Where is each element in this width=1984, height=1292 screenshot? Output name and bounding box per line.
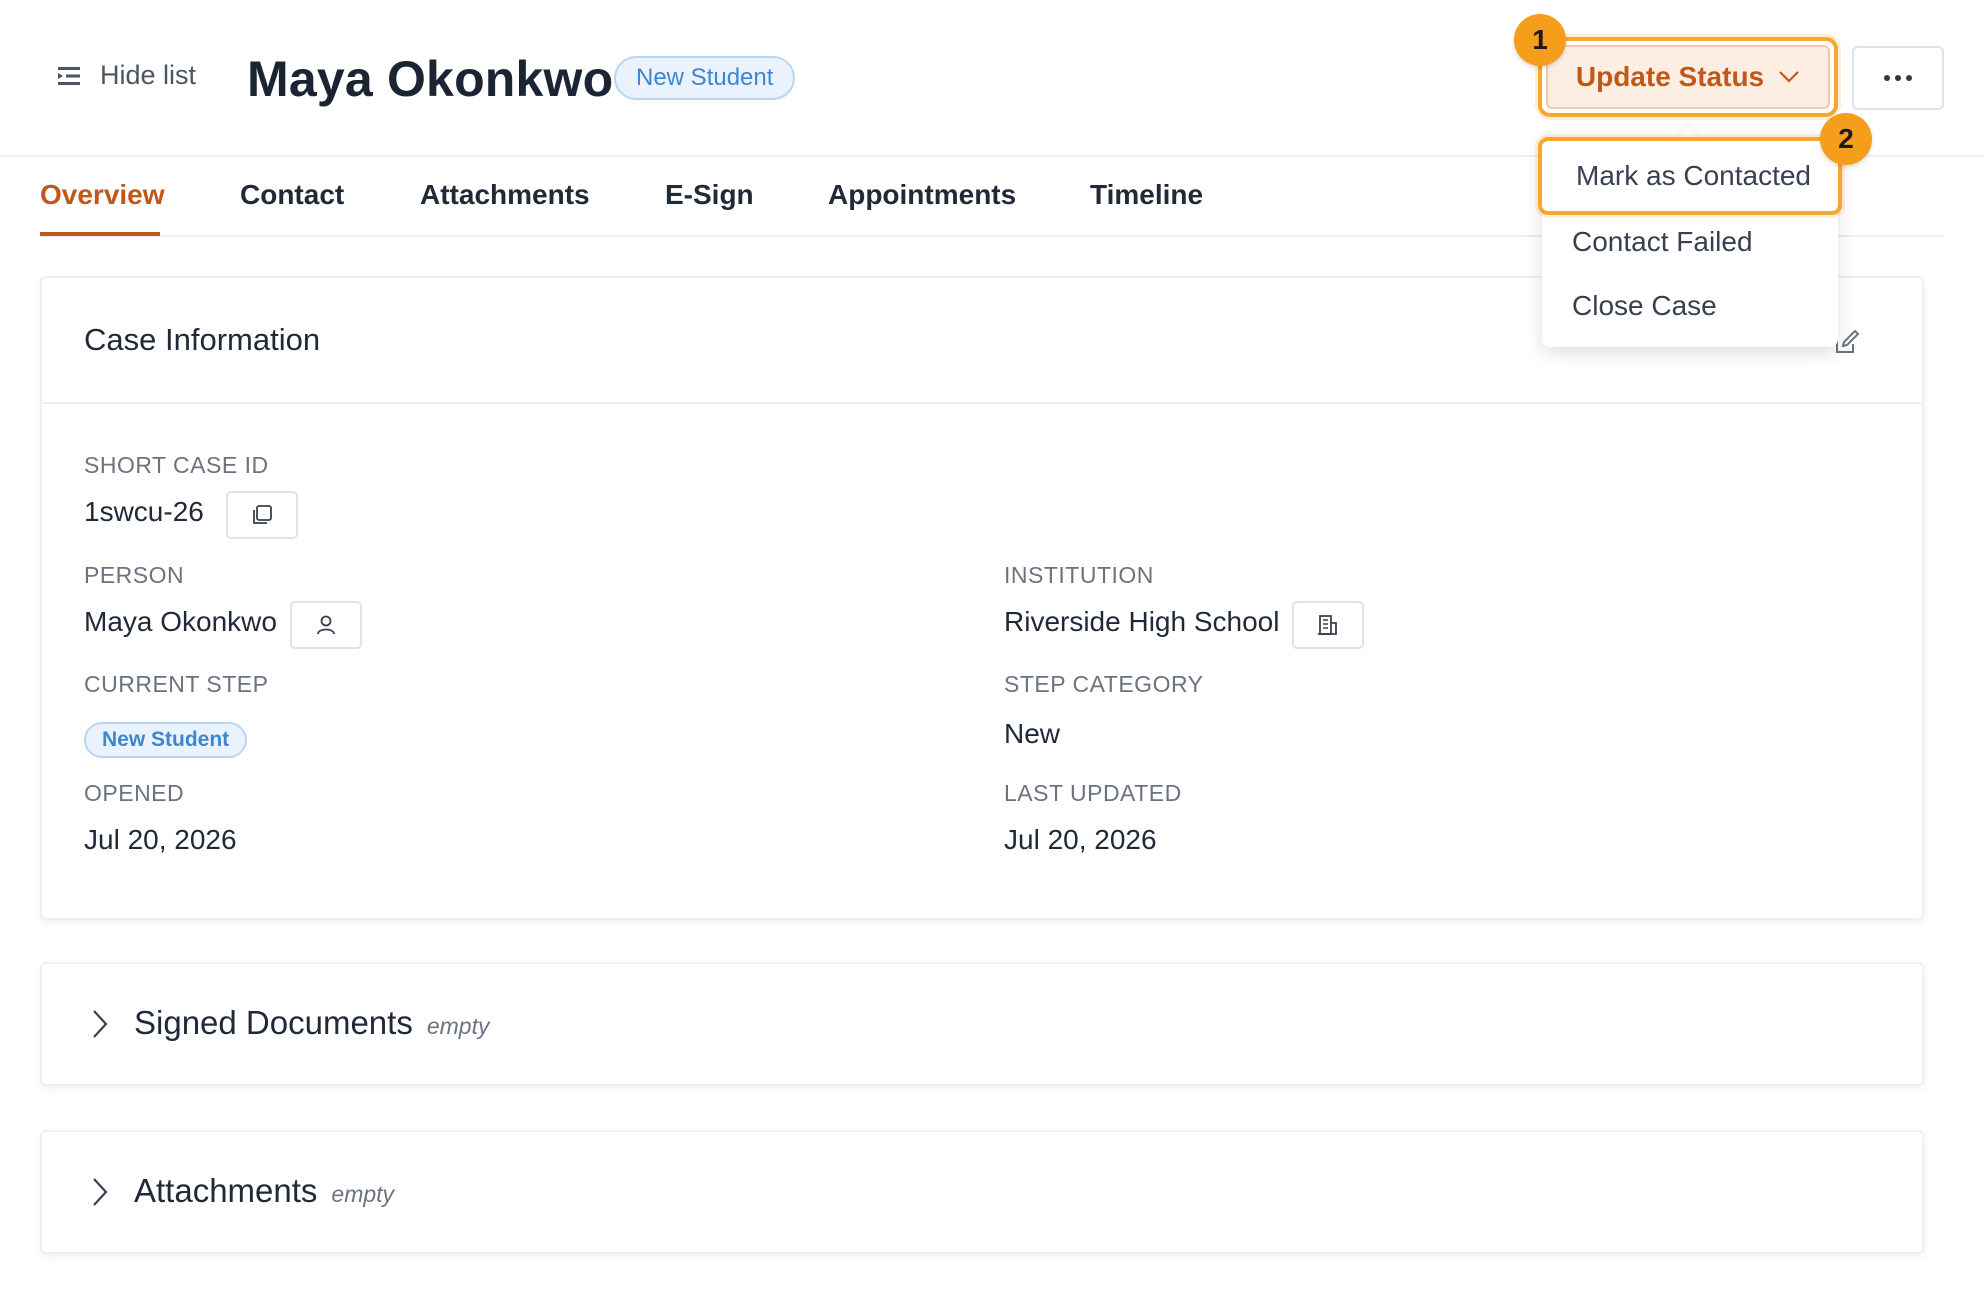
hide-list-label: Hide list: [100, 60, 197, 90]
hide-list-button[interactable]: Hide list: [56, 60, 196, 91]
copy-button[interactable]: [226, 491, 298, 539]
list-collapse-icon: [58, 66, 80, 85]
step-marker-2: 2: [1820, 113, 1872, 165]
chevron-down-icon: [1779, 71, 1799, 83]
menu-item-contact-failed[interactable]: Contact Failed: [1542, 213, 1838, 271]
view-person-button[interactable]: [290, 601, 362, 649]
section-title: Signed Documents empty: [134, 1004, 489, 1042]
person-icon: [317, 615, 335, 635]
menu-item-close-case[interactable]: Close Case: [1542, 277, 1838, 335]
section-title: Attachments empty: [134, 1172, 394, 1210]
opened-label: OPENED: [84, 780, 185, 806]
more-options-button[interactable]: [1852, 46, 1944, 110]
more-dots-icon-dot: [1906, 75, 1912, 81]
institution-label: INSTITUTION: [1004, 562, 1154, 588]
step-category-label: STEP CATEGORY: [1004, 671, 1204, 697]
signed-documents-section[interactable]: Signed Documents empty: [40, 962, 1924, 1086]
chevron-right-icon[interactable]: [90, 1176, 110, 1208]
chevron-right-icon[interactable]: [90, 1008, 110, 1040]
card-title: Case Information: [84, 322, 321, 357]
step-marker-1: 1: [1514, 14, 1566, 66]
update-status-button[interactable]: Update Status: [1546, 45, 1830, 109]
tab-overview[interactable]: Overview: [40, 179, 165, 211]
tab-contact[interactable]: Contact: [240, 179, 344, 211]
update-status-highlight: Update Status: [1538, 37, 1838, 117]
opened-value: Jul 20, 2026: [84, 824, 237, 855]
case-information-card: Case Information SHORT CASE ID 1swcu-26 …: [40, 276, 1924, 920]
status-badge: New Student: [614, 56, 796, 100]
last-updated-label: LAST UPDATED: [1004, 780, 1182, 806]
update-status-menu: Contact Failed Close Case Mark as Contac…: [1538, 125, 1842, 347]
view-institution-button[interactable]: [1292, 601, 1364, 649]
menu-item-mark-as-contacted[interactable]: Mark as Contacted: [1538, 137, 1842, 215]
tab-e-sign[interactable]: E-Sign: [665, 179, 754, 211]
person-label: PERSON: [84, 562, 185, 588]
building-icon: [1318, 615, 1337, 635]
section-title-text: Attachments: [134, 1172, 318, 1209]
update-status-label: Update Status: [1575, 61, 1765, 92]
tab-attachments[interactable]: Attachments: [420, 179, 590, 211]
short-case-id-value: 1swcu-26: [84, 496, 204, 527]
more-dots-icon: [1884, 75, 1890, 81]
last-updated-value: Jul 20, 2026: [1004, 824, 1157, 855]
current-step-label: CURRENT STEP: [84, 671, 269, 697]
step-category-value: New: [1004, 718, 1061, 749]
more-dots-icon-dot: [1895, 75, 1901, 81]
active-tab-indicator: [40, 232, 160, 236]
empty-tag: empty: [426, 1013, 490, 1039]
current-step-badge: New Student: [84, 722, 248, 758]
page-title: Maya Okonkwo: [247, 51, 614, 107]
empty-tag: empty: [331, 1181, 395, 1207]
section-title-text: Signed Documents: [134, 1004, 413, 1041]
person-value: Maya Okonkwo: [84, 606, 277, 637]
tab-timeline[interactable]: Timeline: [1090, 179, 1203, 211]
copy-icon: [253, 505, 272, 524]
attachments-section[interactable]: Attachments empty: [40, 1130, 1924, 1254]
institution-value: Riverside High School: [1004, 606, 1280, 637]
short-case-id-label: SHORT CASE ID: [84, 452, 269, 478]
tab-appointments[interactable]: Appointments: [828, 179, 1016, 211]
